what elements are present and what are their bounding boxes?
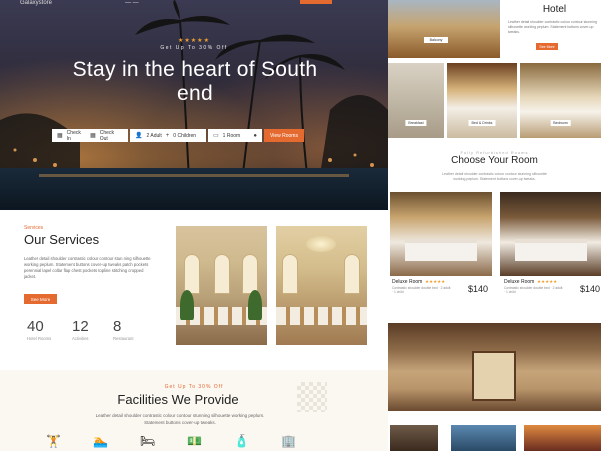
room-name: Deluxe Room	[504, 279, 535, 285]
building-icon: 🏢	[281, 434, 296, 448]
hotel-title: Hotel	[542, 4, 567, 15]
stat-label: Activities	[72, 336, 89, 341]
guests-field[interactable]: 👤 2 Adult + 0 Children	[130, 129, 206, 142]
booking-bar: ▦ Check In ▦ Check Out 👤 2 Adult + 0 Chi…	[52, 129, 304, 142]
room-image[interactable]	[390, 192, 492, 276]
gallery-image	[524, 425, 601, 451]
stat-value: 12	[72, 318, 89, 335]
services-description: Leather detail shoulder contrastic colou…	[24, 256, 151, 279]
plus-icon: +	[165, 132, 170, 139]
breakfast-image: Breakfast	[388, 63, 444, 138]
ballroom-image	[276, 226, 367, 345]
room-card[interactable]: Deluxe Room ★★★★★ Contrastic shoulder do…	[390, 276, 492, 302]
rooms-page: Balcony Hotel Leather detail shoulder co…	[388, 0, 601, 451]
image-caption: Bed & Drinks	[468, 120, 496, 126]
room-stars: ★★★★★	[425, 279, 446, 284]
pool-icon: 🏊	[92, 434, 108, 448]
lobby-image	[388, 323, 601, 411]
hotel-description: Leather detail shoulder contrastic colou…	[508, 20, 597, 34]
room-card[interactable]: Deluxe Room ★★★★★ Contrastic shoulder do…	[502, 276, 601, 302]
hotel-see-more-button[interactable]: See More	[536, 43, 558, 50]
rooms-label: 1 Room	[222, 132, 241, 139]
checkin-label: Check In	[66, 129, 81, 142]
restaurant-image	[176, 226, 267, 345]
gallery-image	[451, 425, 516, 451]
money-icon: 💵	[187, 434, 203, 448]
stat-activities: 12 Activities	[72, 318, 89, 341]
checkout-label: Check Out	[99, 129, 114, 142]
facilities-section: Get Up To 30% Off Facilities We Provide …	[0, 370, 388, 451]
pool-image	[0, 168, 388, 210]
view-rooms-button[interactable]: View Rooms	[264, 129, 304, 142]
location-icon: ●	[253, 132, 257, 139]
bed-drinks-image: Bed & Drinks	[447, 63, 517, 138]
hero-title: Stay in the heart of South end	[72, 58, 318, 105]
stat-label: Hotel Rooms	[27, 336, 52, 341]
hero-tagline: Get Up To 30% Off	[160, 45, 228, 51]
children-label: 0 Children	[173, 132, 197, 139]
rooms-field[interactable]: ▭ 1 Room ●	[208, 129, 262, 142]
stat-hotel-rooms: 40 Hotel Rooms	[27, 318, 51, 341]
hero-section: Galaxystore — — ★★★★★ Get Up To 30% Off …	[0, 0, 388, 210]
date-field[interactable]: ▦ Check In ▦ Check Out	[52, 129, 128, 142]
services-section: Services Our Services Leather detail sho…	[0, 210, 388, 375]
main-page: Galaxystore — — ★★★★★ Get Up To 30% Off …	[0, 0, 388, 451]
choose-room-title: Choose Your Room	[451, 155, 538, 166]
room-stars: ★★★★★	[537, 279, 558, 284]
services-title: Our Services	[24, 232, 100, 247]
dumbbell-icon: 🏋	[46, 434, 61, 448]
image-caption: Balcony	[424, 37, 448, 43]
room-price: $140	[579, 284, 600, 294]
facilities-eyebrow: Get Up To 30% Off	[164, 384, 224, 390]
bedroom-image: Bedroom	[520, 63, 601, 138]
facility-icons: 🏋 🏊 🛏 💵 🧴 🏢	[46, 434, 296, 448]
logo[interactable]: Galaxystore	[20, 0, 52, 6]
bed-icon: 🛏	[139, 434, 156, 448]
room-description: Contrastic shoulder double bed · 2 adult…	[504, 286, 563, 295]
gallery-image	[390, 425, 438, 451]
image-caption: Breakfast	[405, 120, 427, 126]
bed-icon: ▭	[213, 133, 219, 139]
hero-stars: ★★★★★	[178, 38, 210, 44]
see-more-button[interactable]: See More	[24, 294, 57, 304]
services-eyebrow: Services	[24, 225, 44, 231]
image-caption: Bedroom	[550, 120, 571, 126]
user-icon: 👤	[135, 133, 143, 139]
nav-menu[interactable]: — —	[125, 0, 139, 6]
room-price: $140	[467, 284, 488, 294]
room-image[interactable]	[500, 192, 601, 276]
nav-book-button[interactable]	[300, 0, 332, 4]
stat-label: Restaurant	[113, 336, 134, 341]
facilities-title: Facilities We Provide	[117, 392, 239, 407]
spa-icon: 🧴	[234, 434, 250, 448]
facilities-description: Leather detail shoulder contrastic colou…	[95, 413, 265, 425]
page: Galaxystore — — ★★★★★ Get Up To 30% Off …	[0, 0, 601, 451]
calendar-icon: ▦	[57, 133, 63, 139]
stat-value: 40	[27, 318, 44, 335]
adults-label: 2 Adult	[146, 132, 162, 139]
room-description: Contrastic shoulder double bed · 2 adult…	[392, 286, 451, 295]
stat-value: 8	[113, 318, 122, 335]
stat-restaurant: 8 Restaurant	[113, 318, 133, 341]
balcony-image: Balcony	[388, 0, 500, 58]
choose-room-description: Leather detail shoulder contrastic colou…	[442, 172, 547, 181]
calendar-icon: ▦	[90, 133, 96, 139]
room-name: Deluxe Room	[392, 279, 423, 285]
